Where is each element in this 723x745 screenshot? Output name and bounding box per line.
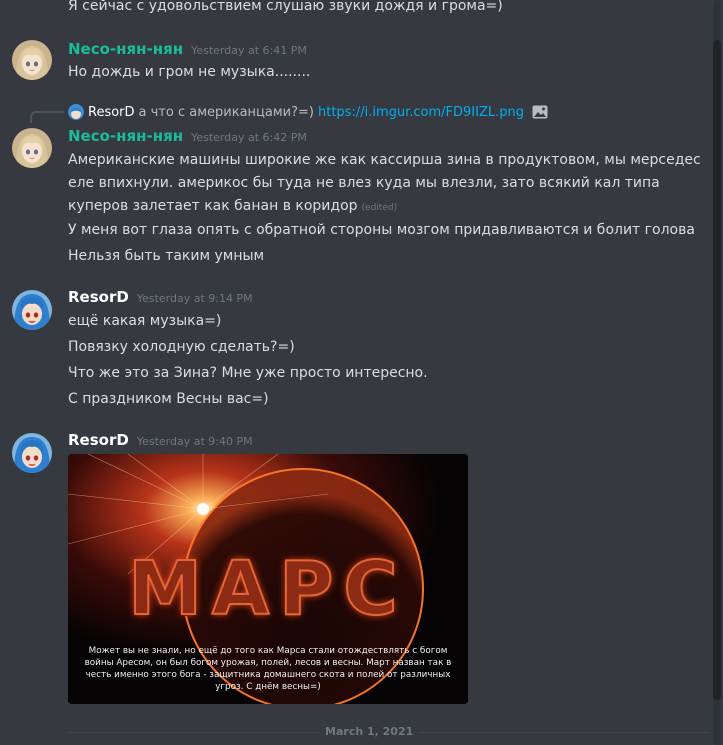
username[interactable]: Neco-нян-нян [68,127,183,145]
message-text: С праздником Весны вас=) [68,391,269,407]
timestamp[interactable]: Yesterday at 9:40 PM [137,435,253,448]
mars-title: МАРС [127,545,408,633]
avatar-resord[interactable] [12,433,52,473]
username[interactable]: ResorD [68,288,129,306]
message-text: Что же это за Зина? Мне уже просто интер… [68,365,428,381]
message-text: Повязку холодную сделать?=) [68,339,295,355]
avatar-resord[interactable] [12,290,52,330]
message-header: ResorD Yesterday at 9:40 PM [68,431,253,453]
username[interactable]: ResorD [68,431,129,449]
message-text: еле впихнули. америкос бы туда не влез к… [68,175,660,191]
reply-avatar [68,104,84,120]
message-header: Neco-нян-нян Yesterday at 6:41 PM [68,40,307,62]
avatar-neco[interactable] [12,128,52,168]
message-text: У меня вот глаза опять с обратной сторон… [68,222,695,238]
username[interactable]: Neco-нян-нян [68,40,183,58]
avatar-resord-icon [12,433,52,473]
scrollbar-thumb[interactable] [713,40,721,700]
message-text: Американские машины широкие же как касси… [68,152,701,168]
message-text: ещё какая музыка=) [68,313,222,329]
date-divider-label: March 1, 2021 [319,725,420,738]
avatar-neco-icon [12,40,52,80]
reply-preview[interactable]: ResorD а что с американцами?=) https://i… [68,102,548,122]
edited-label: (edited) [361,203,398,213]
avatar-resord-icon [12,290,52,330]
message-header: Neco-нян-нян Yesterday at 6:42 PM [68,127,307,149]
timestamp[interactable]: Yesterday at 6:41 PM [191,44,307,57]
reply-username[interactable]: ResorD [88,105,135,120]
reply-link[interactable]: https://i.imgur.com/FD9IIZL.png [318,105,524,120]
avatar-neco[interactable] [12,40,52,80]
timestamp[interactable]: Yesterday at 6:42 PM [191,131,307,144]
image-icon [532,105,548,119]
message-text: Я сейчас с удовольствием слушаю звуки до… [68,0,503,14]
reply-text: а что с американцами?=) [138,104,314,120]
reply-connector [30,111,64,123]
message-header: ResorD Yesterday at 9:14 PM [68,288,253,310]
timestamp[interactable]: Yesterday at 9:14 PM [137,292,253,305]
avatar-neco-icon [12,128,52,168]
mars-image-attachment[interactable]: МАРС Может вы не знали, но ещё до того к… [68,454,468,704]
mars-caption: Может вы не знали, но ещё до того как Ма… [84,646,452,692]
message-text: Нельзя быть таким умным [68,248,265,264]
message-text: Но дождь и гром не музыка........ [68,64,311,80]
message-text: куперов залетает как банан в коридор (edi… [68,195,397,219]
message-text-part: куперов залетает как банан в коридор [68,198,358,214]
